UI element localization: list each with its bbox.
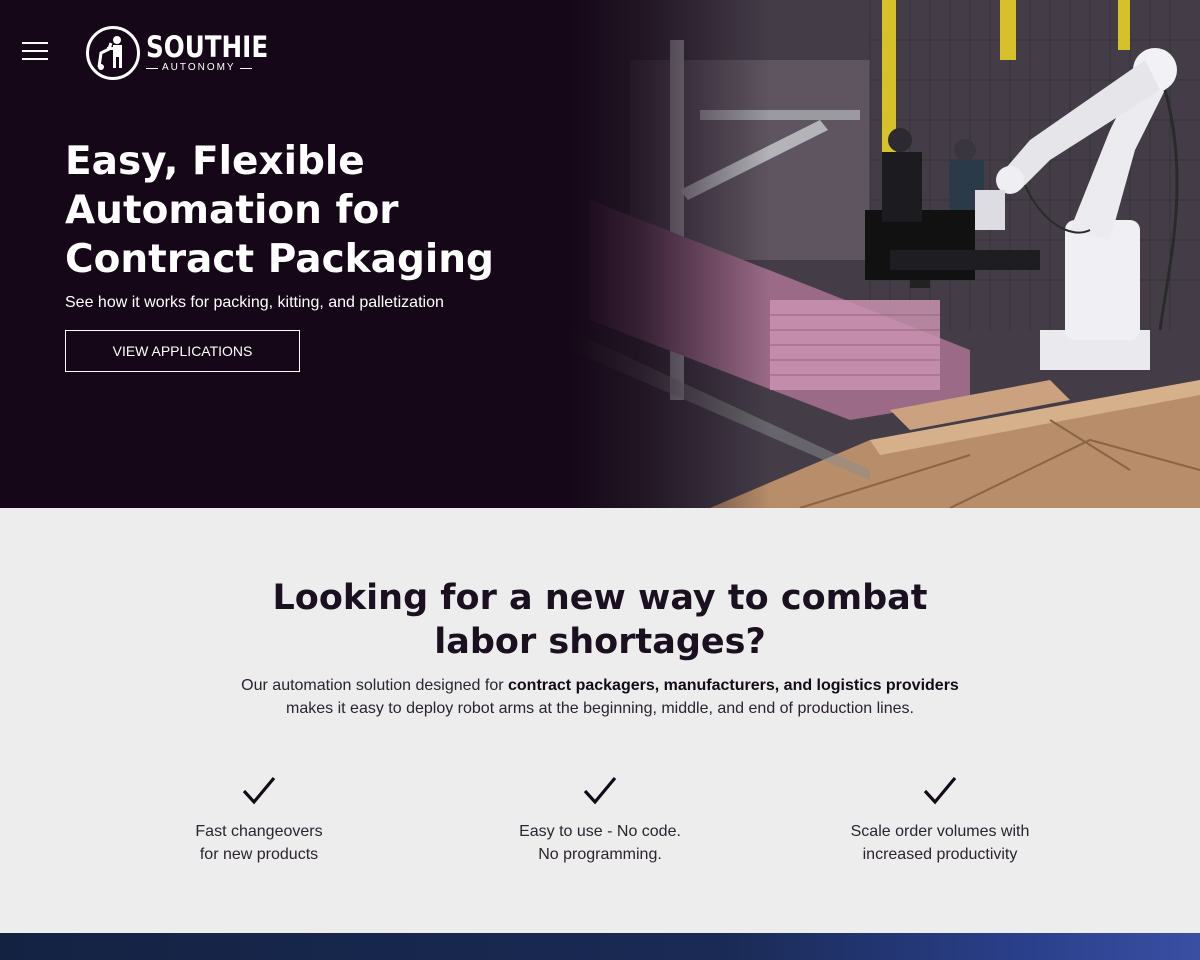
view-applications-button[interactable]: VIEW APPLICATIONS xyxy=(65,330,300,372)
labor-shortage-section: Looking for a new way to combat labor sh… xyxy=(0,508,1200,933)
feature-text: Scale order volumes with xyxy=(850,823,1030,840)
hero-title: Easy, Flexible Automation for Contract P… xyxy=(65,137,565,284)
section-heading: Looking for a new way to combat labor sh… xyxy=(0,576,1200,664)
section-intro: Our automation solution designed for con… xyxy=(0,674,1200,720)
checkmark-icon xyxy=(583,776,617,806)
intro-highlight: contract packagers, manufacturers, and l… xyxy=(508,677,959,694)
brand-logo[interactable]: SOUTHIE AUTONOMY xyxy=(86,26,290,80)
robot-logo-icon xyxy=(86,26,140,80)
hero-gradient-overlay xyxy=(570,0,770,508)
checkmark-icon xyxy=(242,776,276,806)
feature-item: Easy to use - No code. No programming. xyxy=(450,776,750,866)
feature-text: increased productivity xyxy=(862,846,1018,863)
checkmark-icon xyxy=(923,776,957,806)
feature-text: Fast changeovers xyxy=(195,823,323,840)
hero-title-line: Contract Packaging xyxy=(65,237,494,282)
section-heading-line: Looking for a new way to combat xyxy=(272,578,928,618)
hamburger-menu-icon[interactable] xyxy=(22,42,48,60)
next-section-band xyxy=(0,933,1200,960)
intro-prefix: Our automation solution designed for xyxy=(241,677,508,694)
intro-suffix: makes it easy to deploy robot arms at th… xyxy=(286,700,914,717)
feature-text: for new products xyxy=(199,846,319,863)
feature-item: Fast changeovers for new products xyxy=(109,776,409,866)
hero-subtitle: See how it works for packing, kitting, a… xyxy=(65,294,444,311)
hero-title-line: Easy, Flexible xyxy=(65,139,365,184)
section-heading-line: labor shortages? xyxy=(434,622,766,662)
hero-title-line: Automation for xyxy=(65,188,399,233)
feature-text: Easy to use - No code. xyxy=(519,823,681,840)
hero-section: SOUTHIE AUTONOMY Easy, Flexible Automati… xyxy=(0,0,1200,508)
brand-name: SOUTHIE xyxy=(146,30,269,64)
feature-text: No programming. xyxy=(538,846,662,863)
feature-item: Scale order volumes with increased produ… xyxy=(790,776,1090,866)
